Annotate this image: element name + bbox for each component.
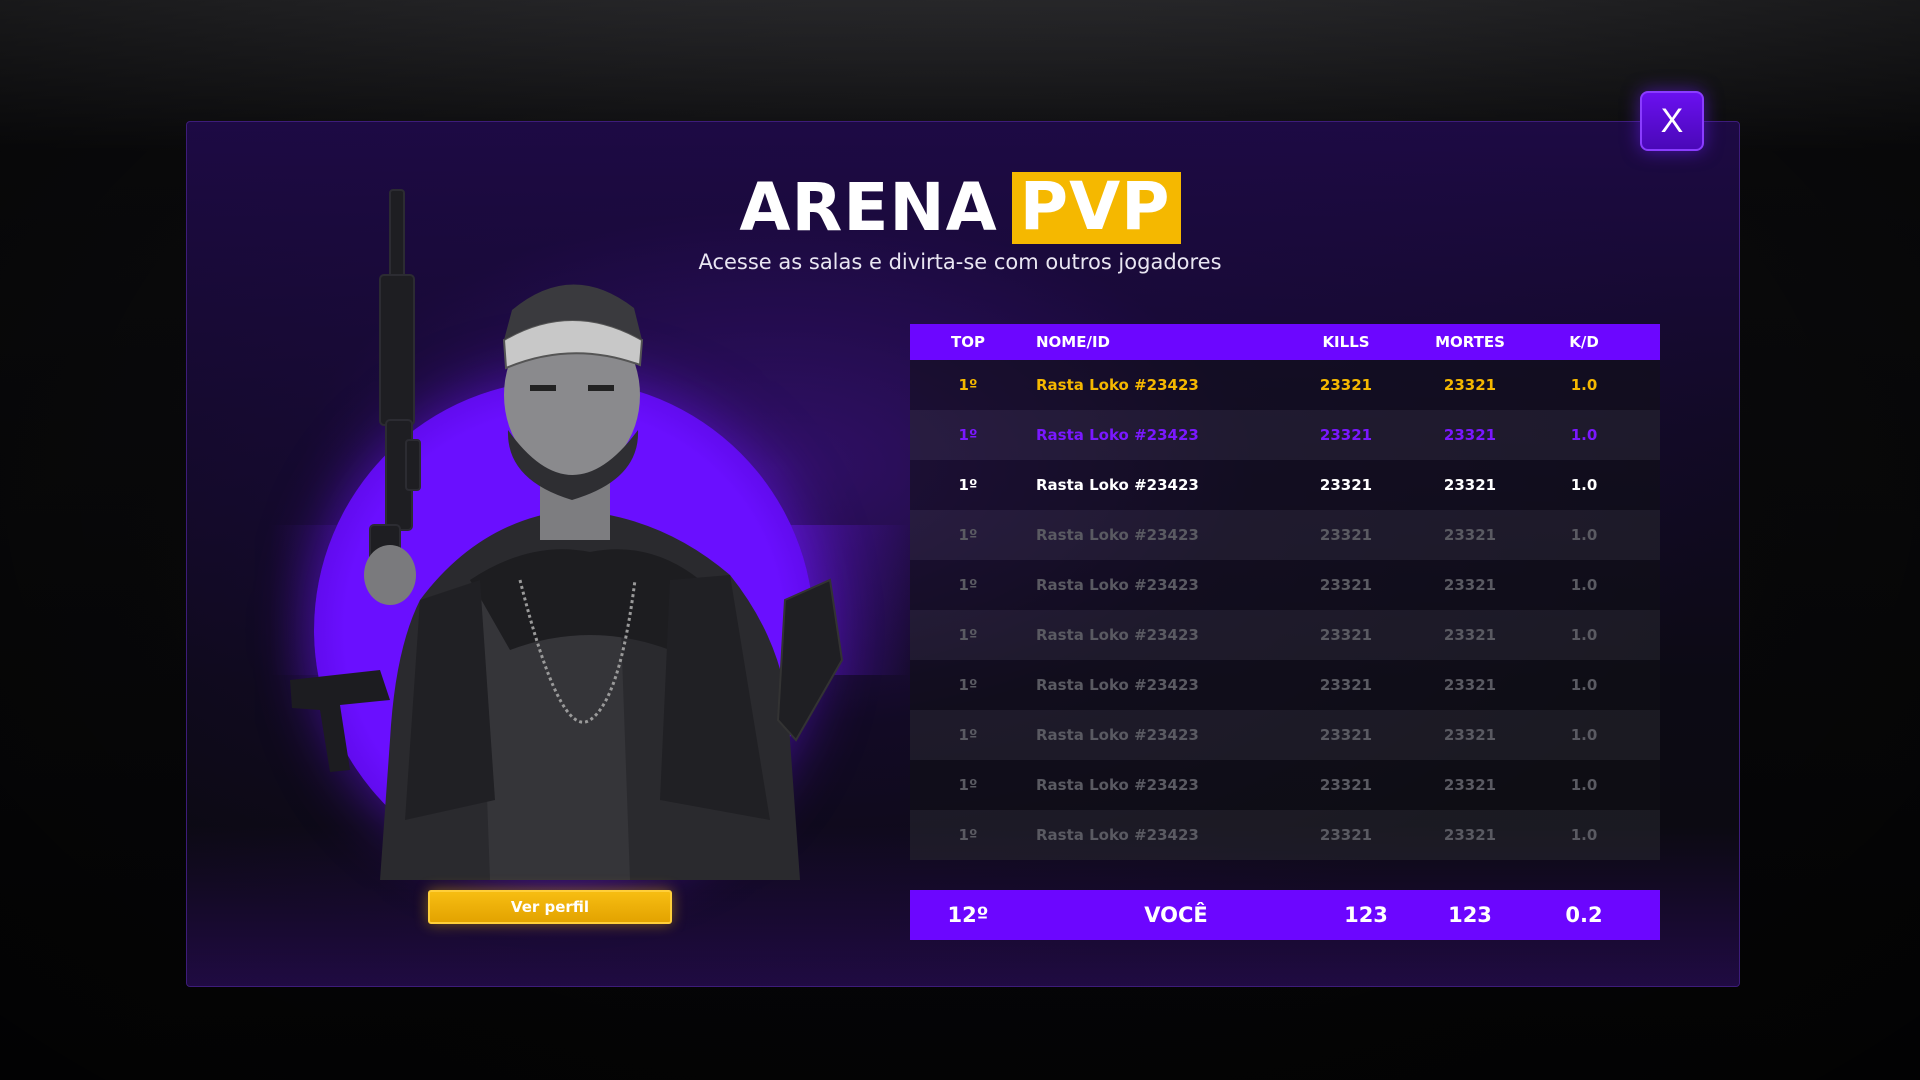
row-kills: 23321 [1319, 426, 1373, 444]
table-row[interactable]: 1º Rasta Loko #23423 23321 23321 1.0 [910, 560, 1660, 610]
table-row[interactable]: 1º Rasta Loko #23423 23321 23321 1.0 [910, 660, 1660, 710]
row-kd: 1.0 [1570, 776, 1598, 794]
row-name: Rasta Loko #23423 [1036, 476, 1199, 494]
row-name: Rasta Loko #23423 [1036, 676, 1199, 694]
you-kills: 123 [1344, 903, 1388, 927]
row-name: Rasta Loko #23423 [1036, 826, 1199, 844]
row-kd: 1.0 [1570, 426, 1598, 444]
row-deaths: 23321 [1443, 426, 1497, 444]
row-kills: 23321 [1319, 576, 1373, 594]
you-rank: 12º [947, 903, 989, 927]
row-name: Rasta Loko #23423 [1036, 626, 1199, 644]
row-deaths: 23321 [1443, 726, 1497, 744]
row-name: Rasta Loko #23423 [1036, 526, 1199, 544]
row-kills: 23321 [1319, 776, 1373, 794]
you-name: VOCÊ [1144, 903, 1208, 927]
you-kd: 0.2 [1565, 903, 1603, 927]
view-profile-button[interactable]: Ver perfil [428, 890, 672, 924]
row-kd: 1.0 [1570, 576, 1598, 594]
row-kd: 1.0 [1570, 726, 1598, 744]
table-header: TOP NOME/ID KILLS MORTES K/D [910, 324, 1660, 360]
table-row[interactable]: 1º Rasta Loko #23423 23321 23321 1.0 [910, 410, 1660, 460]
row-rank: 1º [958, 576, 978, 594]
row-deaths: 23321 [1443, 476, 1497, 494]
table-row[interactable]: 1º Rasta Loko #23423 23321 23321 1.0 [910, 610, 1660, 660]
current-player-row: 12º VOCÊ 123 123 0.2 [910, 890, 1660, 940]
column-header-kd: K/D [1569, 333, 1599, 351]
you-deaths: 123 [1448, 903, 1492, 927]
row-deaths: 23321 [1443, 626, 1497, 644]
row-name: Rasta Loko #23423 [1036, 776, 1199, 794]
row-kills: 23321 [1319, 526, 1373, 544]
character-illustration [290, 189, 844, 880]
row-rank: 1º [958, 526, 978, 544]
table-row[interactable]: 1º Rasta Loko #23423 23321 23321 1.0 [910, 510, 1660, 560]
row-rank: 1º [958, 476, 978, 494]
row-rank: 1º [958, 626, 978, 644]
row-kd: 1.0 [1570, 826, 1598, 844]
column-header-kills: KILLS [1322, 333, 1370, 351]
row-deaths: 23321 [1443, 776, 1497, 794]
row-kd: 1.0 [1570, 676, 1598, 694]
row-rank: 1º [958, 726, 978, 744]
row-rank: 1º [958, 776, 978, 794]
table-row[interactable]: 1º Rasta Loko #23423 23321 23321 1.0 [910, 810, 1660, 860]
row-kills: 23321 [1319, 376, 1373, 394]
row-kills: 23321 [1319, 476, 1373, 494]
row-rank: 1º [958, 376, 978, 394]
row-name: Rasta Loko #23423 [1036, 426, 1199, 444]
row-kd: 1.0 [1570, 376, 1598, 394]
column-header-top: TOP [951, 333, 985, 351]
row-deaths: 23321 [1443, 826, 1497, 844]
table-row[interactable]: 1º Rasta Loko #23423 23321 23321 1.0 [910, 710, 1660, 760]
table-row[interactable]: 1º Rasta Loko #23423 23321 23321 1.0 [910, 360, 1660, 410]
table-row[interactable]: 1º Rasta Loko #23423 23321 23321 1.0 [910, 760, 1660, 810]
row-kd: 1.0 [1570, 476, 1598, 494]
close-button[interactable]: X [1640, 91, 1704, 151]
row-name: Rasta Loko #23423 [1036, 726, 1199, 744]
column-header-deaths: MORTES [1435, 333, 1505, 351]
row-deaths: 23321 [1443, 576, 1497, 594]
column-header-name: NOME/ID [1036, 333, 1110, 351]
row-rank: 1º [958, 826, 978, 844]
row-kills: 23321 [1319, 626, 1373, 644]
row-name: Rasta Loko #23423 [1036, 376, 1199, 394]
title-highlight: PVP [1011, 172, 1181, 244]
row-deaths: 23321 [1443, 526, 1497, 544]
row-rank: 1º [958, 676, 978, 694]
row-rank: 1º [958, 426, 978, 444]
row-deaths: 23321 [1443, 676, 1497, 694]
row-kills: 23321 [1319, 726, 1373, 744]
row-deaths: 23321 [1443, 376, 1497, 394]
leaderboard-table: TOP NOME/ID KILLS MORTES K/D 1º Rasta Lo… [910, 324, 1660, 860]
table-row[interactable]: 1º Rasta Loko #23423 23321 23321 1.0 [910, 460, 1660, 510]
row-kd: 1.0 [1570, 626, 1598, 644]
row-name: Rasta Loko #23423 [1036, 576, 1199, 594]
row-kd: 1.0 [1570, 526, 1598, 544]
row-kills: 23321 [1319, 826, 1373, 844]
row-kills: 23321 [1319, 676, 1373, 694]
character-showcase [230, 180, 910, 940]
